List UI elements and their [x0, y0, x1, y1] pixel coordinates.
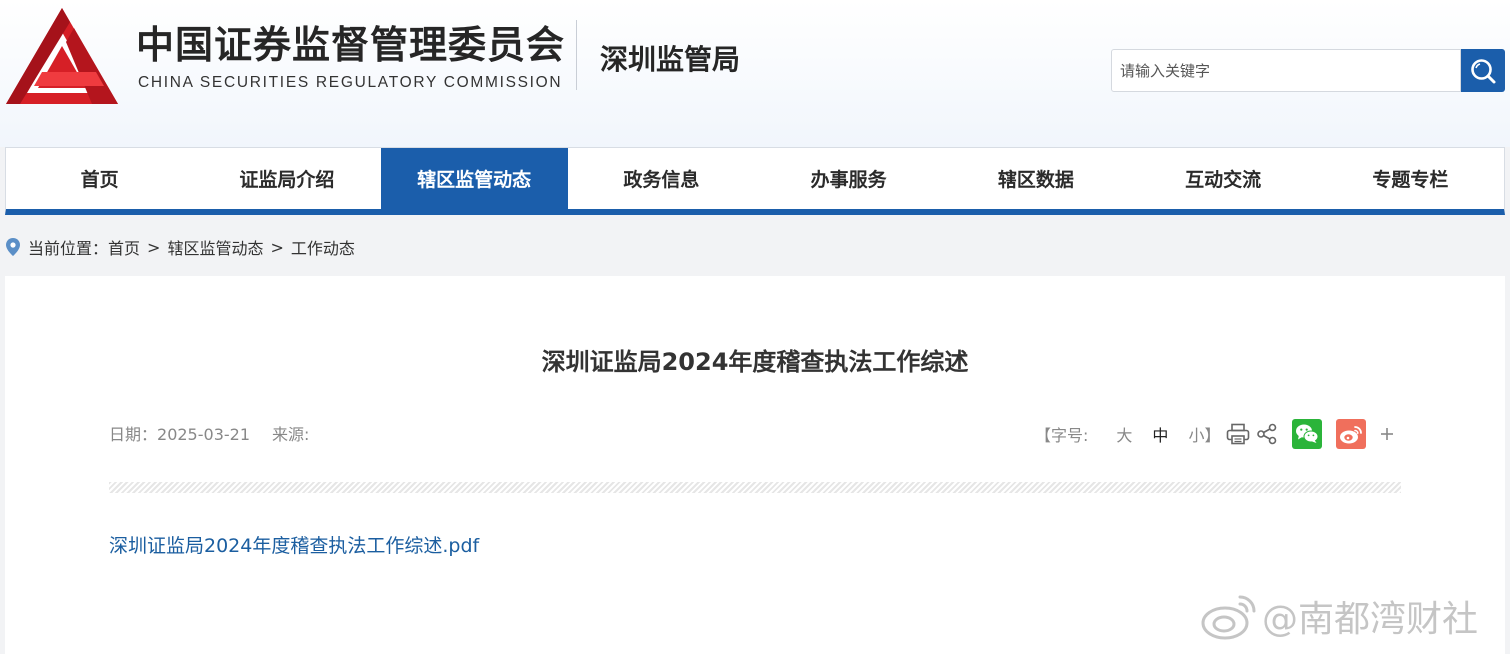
share-weibo-button[interactable]	[1336, 419, 1367, 449]
breadcrumb-separator: >	[147, 237, 161, 257]
nav-item-bureau-intro[interactable]: 证监局介绍	[193, 148, 380, 209]
search-icon	[1471, 58, 1496, 83]
breadcrumb-regulatory-news[interactable]: 辖区监管动态	[167, 235, 263, 259]
nav-item-services[interactable]: 办事服务	[755, 148, 942, 209]
location-pin-icon	[6, 238, 20, 256]
nav-item-government-info[interactable]: 政务信息	[568, 148, 755, 209]
bureau-title: 深圳监管局	[600, 43, 741, 76]
logo-divider	[576, 20, 577, 90]
watermark-text: @南都湾财社	[1262, 599, 1479, 640]
article-date: 2025-03-21	[157, 425, 250, 444]
nav-item-regional-data[interactable]: 辖区数据	[942, 148, 1129, 209]
share-wechat-button[interactable]	[1292, 419, 1323, 449]
article-meta: 日期：2025-03-21 来源:	[109, 421, 309, 445]
hatched-divider	[109, 482, 1401, 493]
print-icon	[1227, 423, 1250, 445]
breadcrumb-prefix: 当前位置：	[28, 239, 109, 258]
breadcrumb: 当前位置： 首页 > 辖区监管动态 > 工作动态	[6, 236, 355, 258]
date-label: 日期：	[109, 425, 158, 444]
csrc-logo-icon[interactable]	[4, 6, 120, 106]
site-header: 中国证券监督管理委员会 CHINA SECURITIES REGULATORY …	[0, 0, 1510, 147]
nav-item-interaction[interactable]: 互动交流	[1130, 148, 1317, 209]
nav-item-regulatory-news[interactable]: 辖区监管动态	[380, 148, 568, 209]
article-title: 深圳证监局2024年度稽查执法工作综述	[541, 348, 969, 376]
weibo-icon	[1340, 426, 1363, 444]
org-name-en: CHINA SECURITIES REGULATORY COMMISSION	[138, 74, 563, 91]
font-size-medium[interactable]: 中	[1152, 422, 1168, 446]
nav-item-home[interactable]: 首页	[6, 148, 193, 209]
search-button[interactable]	[1461, 49, 1505, 92]
breadcrumb-home[interactable]: 首页	[108, 235, 140, 259]
watermark: @南都湾财社	[1200, 588, 1478, 644]
article-tools: 【字号: 大 中 小 】	[1035, 418, 1394, 450]
share-icon	[1257, 423, 1277, 445]
font-size-close: 】	[1204, 426, 1221, 445]
more-share-button[interactable]	[1380, 422, 1394, 447]
wechat-icon	[1296, 424, 1319, 443]
font-size-label: 【字号:	[1035, 426, 1089, 445]
font-size-small[interactable]: 小	[1188, 422, 1204, 446]
nav-item-special-topics[interactable]: 专题专栏	[1317, 148, 1504, 209]
org-name-cn: 中国证券监督管理委员会	[136, 23, 566, 67]
breadcrumb-separator: >	[270, 237, 284, 257]
font-size-large[interactable]: 大	[1116, 422, 1132, 446]
share-button[interactable]	[1256, 423, 1278, 445]
search-input[interactable]	[1111, 49, 1461, 92]
source-label: 来源:	[272, 425, 310, 444]
attachment-link[interactable]: 深圳证监局2024年度稽查执法工作综述.pdf	[109, 531, 479, 558]
weibo-icon	[1201, 595, 1256, 640]
plus-icon	[1381, 427, 1394, 440]
print-button[interactable]	[1226, 423, 1250, 445]
main-nav: 首页 证监局介绍 辖区监管动态 政务信息 办事服务 辖区数据 互动交流 专题专栏	[5, 147, 1505, 215]
breadcrumb-work-news[interactable]: 工作动态	[291, 235, 355, 259]
